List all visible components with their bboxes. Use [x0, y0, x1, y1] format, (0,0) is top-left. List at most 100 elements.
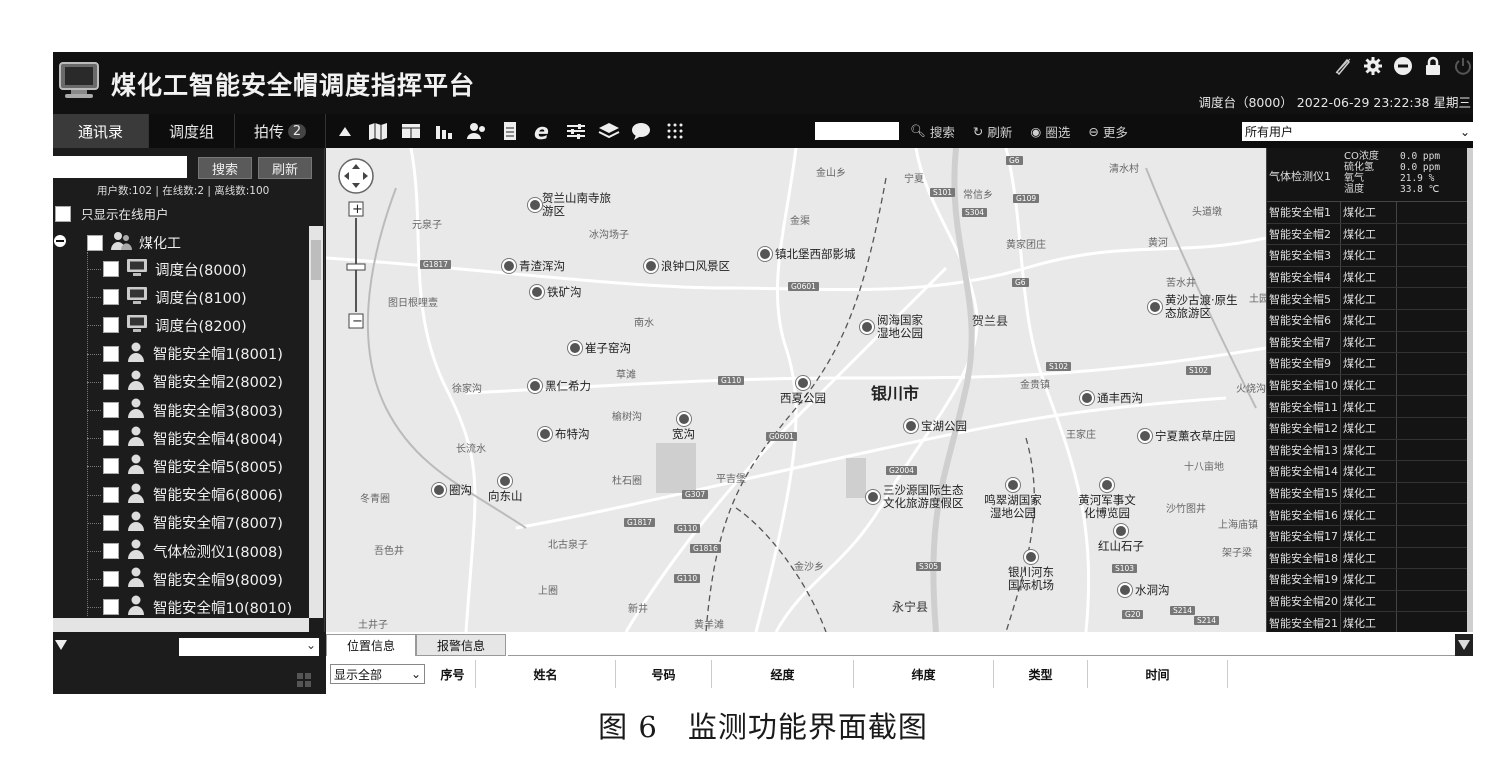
poi-baohu[interactable]: 宝湖公园	[904, 418, 967, 434]
poi-cuizhi[interactable]: 崔子窑沟	[568, 340, 631, 356]
poi-bute[interactable]: 布特沟	[538, 426, 590, 442]
map-view[interactable]: + − 金山乡 宁夏 常信乡 清水村 头道墩 元泉子 金渠 冰沟场子 黄家团庄 …	[326, 148, 1266, 632]
map-search-input[interactable]	[815, 122, 899, 140]
poi-quangou[interactable]: 圈沟	[432, 482, 472, 498]
tree-item-checkbox[interactable]	[103, 289, 119, 306]
tree-item-checkbox[interactable]	[103, 543, 119, 559]
gear-icon[interactable]	[1363, 56, 1383, 76]
layers-icon[interactable]	[597, 119, 621, 143]
device-row[interactable]: 智能安全帽5 煤化工	[1267, 288, 1467, 310]
tab-dispatch-group[interactable]: 调度组	[149, 114, 235, 148]
tree-item-checkbox[interactable]	[103, 317, 119, 334]
tree-item-checkbox[interactable]	[103, 430, 119, 447]
tree-item-checkbox[interactable]	[103, 571, 119, 588]
tree-item[interactable]: 智能安全帽1(8001)	[103, 341, 283, 367]
poi-tongfeng[interactable]: 通丰西沟	[1080, 390, 1143, 406]
contact-refresh-button[interactable]: 刷新	[258, 157, 312, 179]
map-search-button[interactable]: 🔍︎ 搜索	[910, 122, 955, 141]
device-row[interactable]: 智能安全帽4 煤化工	[1267, 266, 1467, 289]
tab-photo[interactable]: 拍传 2	[235, 114, 326, 148]
poi-heiren[interactable]: 黑仁希力	[528, 378, 591, 394]
map-zoom-control[interactable]: + −	[336, 156, 376, 336]
tree-item-checkbox[interactable]	[103, 486, 119, 503]
device-row[interactable]: 智能安全帽19 煤化工	[1267, 569, 1467, 591]
tree-horizontal-scrollbar[interactable]	[53, 618, 309, 632]
poi-qingzhe[interactable]: 青渣浑沟	[502, 258, 565, 274]
device-row[interactable]: 智能安全帽20 煤化工	[1267, 590, 1467, 613]
column-header[interactable]: 纬度	[854, 660, 994, 688]
tree-root-checkbox[interactable]	[87, 235, 103, 251]
tree-item[interactable]: 智能安全帽7(8007)	[103, 510, 283, 536]
tree-item[interactable]: 智能安全帽10(8010)	[103, 594, 292, 616]
device-row[interactable]: 智能安全帽1 煤化工	[1267, 202, 1467, 224]
map-refresh-button[interactable]: ↻ 刷新	[973, 122, 1013, 141]
gas-detector-row[interactable]: 气体检测仪1 CO浓度 硫化氢 氧气 温度 0.0 ppm 0.0 ppm 21…	[1267, 148, 1467, 202]
device-row[interactable]: 智能安全帽2 煤化工	[1267, 223, 1467, 246]
window-icon[interactable]	[399, 119, 423, 143]
column-header[interactable]: 号码	[616, 660, 712, 688]
user-filter-select[interactable]: 所有用户 ⌄	[1242, 122, 1473, 141]
tree-item[interactable]: 智能安全帽6(8006)	[103, 482, 283, 508]
grid-small-icon[interactable]	[296, 672, 312, 688]
device-row[interactable]: 智能安全帽7 煤化工	[1267, 331, 1467, 354]
only-online-toggle[interactable]: 只显示在线用户	[55, 204, 169, 223]
poi-zhenbei[interactable]: 镇北堡西部影城	[758, 246, 856, 262]
device-list-scrollbar[interactable]	[1467, 148, 1473, 632]
tree-item[interactable]: 智能安全帽2(8002)	[103, 369, 283, 395]
poi-mingcui[interactable]: 鸣翠湖国家湿地公园	[984, 478, 1042, 520]
device-row[interactable]: 智能安全帽3 煤化工	[1267, 245, 1467, 267]
device-row[interactable]: 智能安全帽14 煤化工	[1267, 461, 1467, 483]
tree-item[interactable]: 气体检测仪1(8008)	[103, 538, 283, 564]
power-icon[interactable]	[1453, 56, 1473, 76]
poi-ningxia-xun[interactable]: 宁夏薰衣草庄园	[1138, 428, 1236, 444]
device-row[interactable]: 智能安全帽16 煤化工	[1267, 504, 1467, 526]
info-filter-select[interactable]: 显示全部 ⌄	[330, 664, 425, 684]
tree-item[interactable]: 智能安全帽3(8003)	[103, 397, 283, 423]
poi-xixia[interactable]: 西夏公园	[780, 376, 826, 405]
device-row[interactable]: 智能安全帽6 煤化工	[1267, 310, 1467, 332]
column-header[interactable]: 经度	[712, 660, 854, 688]
column-header[interactable]: 姓名	[476, 660, 616, 688]
tree-item[interactable]: 调度台(8100)	[103, 284, 247, 310]
sliders-icon[interactable]	[564, 119, 588, 143]
tab-contacts[interactable]: 通讯录	[53, 114, 149, 148]
collapse-toggle-icon[interactable]	[53, 234, 67, 252]
poi-sanshayuan[interactable]: 三沙源国际生态文化旅游度假区	[866, 484, 965, 510]
ie-icon[interactable]: e	[531, 119, 555, 143]
contact-search-input[interactable]	[53, 156, 187, 178]
more-button[interactable]: ⊖ 更多	[1088, 122, 1128, 141]
tree-scrollbar-thumb[interactable]	[311, 240, 321, 280]
collapse-icon[interactable]	[333, 119, 357, 143]
tree-item[interactable]: 智能安全帽9(8009)	[103, 566, 283, 592]
tree-item-checkbox[interactable]	[103, 514, 119, 531]
device-row[interactable]: 智能安全帽15 煤化工	[1267, 482, 1467, 505]
tree-item[interactable]: 调度台(8000)	[103, 256, 247, 282]
grid-icon[interactable]	[663, 119, 687, 143]
minus-icon[interactable]	[1393, 56, 1413, 76]
poi-shuidong[interactable]: 水洞沟	[1118, 582, 1170, 598]
column-header[interactable]: 时间	[1088, 660, 1228, 688]
device-row[interactable]: 智能安全帽12 煤化工	[1267, 418, 1467, 440]
left-bottom-select[interactable]: ⌄	[179, 638, 319, 656]
device-row[interactable]: 智能安全帽18 煤化工	[1267, 547, 1467, 570]
tree-item-checkbox[interactable]	[103, 373, 119, 390]
lock-icon[interactable]	[1423, 56, 1443, 76]
users-icon[interactable]	[465, 119, 489, 143]
poi-helanshan[interactable]: 贺兰山南寺旅游区	[528, 192, 612, 218]
document-icon[interactable]	[498, 119, 522, 143]
tree-root[interactable]: 煤化工	[53, 230, 181, 256]
tree-item-checkbox[interactable]	[103, 458, 119, 475]
column-header[interactable]: 类型	[994, 660, 1088, 688]
column-header[interactable]: 序号	[430, 660, 476, 688]
device-row[interactable]: 智能安全帽9 煤化工	[1267, 353, 1467, 375]
device-row[interactable]: 智能安全帽17 煤化工	[1267, 526, 1467, 548]
only-online-checkbox[interactable]	[55, 205, 71, 222]
tree-item[interactable]: 智能安全帽4(8004)	[103, 425, 283, 451]
tree-item-checkbox[interactable]	[103, 261, 119, 277]
triangle-down-icon[interactable]	[55, 640, 67, 650]
chat-icon[interactable]	[630, 119, 654, 143]
poi-tiekuang[interactable]: 铁矿沟	[530, 284, 582, 300]
tree-item-checkbox[interactable]	[103, 345, 119, 362]
tree-scrollbar[interactable]	[309, 226, 323, 618]
device-row[interactable]: 智能安全帽10 煤化工	[1267, 374, 1467, 397]
